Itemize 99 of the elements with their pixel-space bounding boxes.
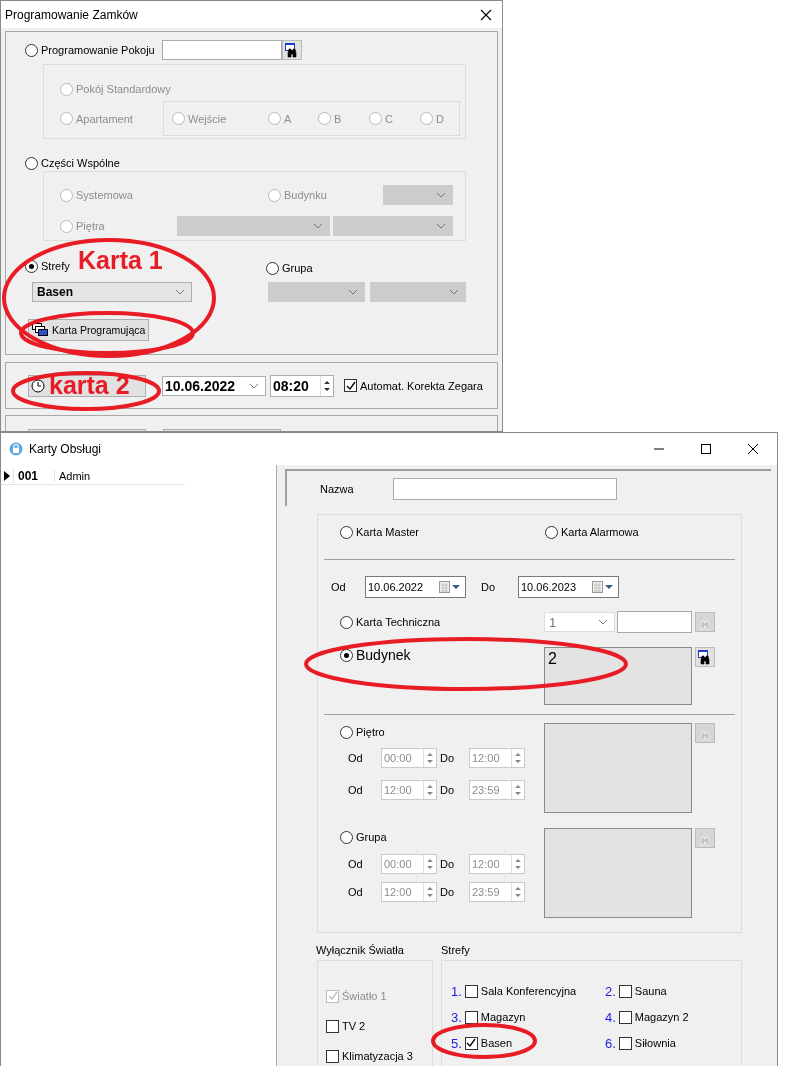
radio-button[interactable]: Programowanie Pokoju (25, 41, 162, 59)
to-label: Do (440, 858, 456, 870)
checkbox[interactable]: Siłownia (618, 1034, 676, 1052)
radio-button[interactable]: Budynek (340, 646, 544, 664)
search-button[interactable] (282, 40, 302, 60)
zone-number: 4. (605, 1009, 616, 1025)
name-field[interactable] (393, 477, 617, 500)
tick-icon (327, 991, 338, 1001)
binoculars-icon (697, 649, 713, 665)
calendar-icon (592, 581, 614, 593)
to-label: Do (440, 886, 456, 898)
time-spinner[interactable]: 12:00 (381, 882, 437, 902)
radio-button[interactable]: Grupa (266, 257, 313, 279)
clock-icon (31, 378, 45, 393)
time-spinner[interactable]: 12:00 (381, 780, 437, 800)
radio-button[interactable]: Karta Techniczna (340, 613, 544, 631)
to-label: Do (440, 784, 456, 796)
list-box[interactable] (544, 723, 692, 813)
calendar-icon (439, 581, 461, 593)
chevron-down-icon (249, 382, 259, 389)
zone-number: 1. (451, 983, 462, 999)
from-label: Od (348, 858, 364, 870)
group-label: Wyłącznik Światła (316, 944, 405, 956)
time-spinner[interactable]: 08:20 (270, 374, 334, 397)
time-spinner[interactable]: 00:00 (381, 854, 437, 874)
spin-arrows-icon (426, 885, 434, 899)
from-label: Od (348, 886, 364, 898)
checkbox[interactable]: Automat. Korekta Zegara (344, 376, 483, 395)
from-label: Od (331, 581, 347, 593)
checkbox[interactable]: TV 2 (326, 1017, 366, 1035)
zone-number: 6. (605, 1035, 616, 1051)
zone-number: 5. (451, 1035, 462, 1051)
chevron-down-icon (436, 223, 446, 229)
name-label: Nazwa (319, 482, 355, 495)
list-box[interactable] (544, 828, 692, 918)
from-label: Od (348, 784, 364, 796)
spin-arrows-icon (514, 857, 522, 871)
window-title: Programowanie Zamków (5, 7, 138, 22)
time-spinner[interactable]: 12:00 (469, 854, 525, 874)
checkbox[interactable]: Magazyn 2 (618, 1008, 689, 1026)
chevron-down-icon (348, 289, 358, 295)
window-title: Karty Obsługi (29, 442, 102, 456)
binoculars-icon (284, 42, 300, 58)
table-cell: 001 (13, 469, 54, 483)
spin-arrows-icon (426, 751, 434, 765)
radio-button[interactable]: Karta Master (340, 523, 545, 541)
chevron-down-icon (449, 289, 459, 295)
zone-number: 2. (605, 983, 616, 999)
time-spinner[interactable]: 23:59 (469, 882, 525, 902)
chevron-down-icon (598, 619, 608, 625)
table-cell: Admin (54, 470, 185, 482)
spin-arrows-icon (514, 885, 522, 899)
lock-icon (9, 442, 23, 456)
spin-arrows-icon (323, 378, 331, 393)
from-label: Od (348, 752, 364, 764)
text-field[interactable] (617, 611, 692, 633)
to-label: Do (440, 752, 456, 764)
time-spinner[interactable]: 00:00 (381, 748, 437, 768)
dropdown[interactable]: Basen (32, 282, 192, 302)
maximize-icon[interactable] (701, 444, 711, 454)
date-picker[interactable]: 10.06.2022 (365, 576, 466, 598)
checkbox[interactable]: Sala Konferencyjna (464, 982, 577, 1000)
list-item[interactable]: 2 (548, 650, 557, 667)
spin-arrows-icon (514, 783, 522, 797)
date-picker[interactable]: 10.06.2023 (518, 576, 619, 598)
spin-arrows-icon (426, 857, 434, 871)
radio-button[interactable]: Części Wspólne (25, 154, 120, 172)
radio-button[interactable]: Karta Alarmowa (545, 523, 639, 541)
tick-icon (466, 1038, 477, 1048)
zone-number: 3. (451, 1009, 462, 1025)
close-icon[interactable] (748, 444, 758, 454)
card-row[interactable]: 001 Admin (1, 468, 185, 485)
list-box[interactable]: 2 (544, 647, 692, 705)
radio-button[interactable]: Strefy (25, 255, 70, 277)
to-label: Do (481, 581, 497, 593)
room-field[interactable] (162, 40, 282, 60)
search-button[interactable] (695, 647, 715, 667)
time-spinner[interactable]: 23:59 (469, 780, 525, 800)
radio-button[interactable]: Piętro (340, 723, 544, 741)
checkbox[interactable]: Sauna (618, 982, 667, 1000)
tick-icon (345, 380, 356, 391)
programming-card-button[interactable]: Karta Programująca (28, 319, 150, 341)
close-icon[interactable] (480, 8, 492, 21)
dropdown[interactable]: 1 (544, 612, 615, 632)
windows-icon (32, 323, 48, 337)
spin-arrows-icon (514, 751, 522, 765)
radio-button[interactable]: Grupa (340, 828, 544, 846)
checkbox[interactable]: Basen (464, 1034, 513, 1052)
chevron-down-icon (313, 223, 323, 229)
time-spinner[interactable]: 12:00 (469, 748, 525, 768)
date-dropdown[interactable]: 10.06.2022 (162, 375, 266, 396)
chevron-down-icon (175, 289, 185, 295)
annotation-text: Karta 1 (78, 248, 163, 273)
group-label: Strefy (441, 944, 470, 956)
chevron-down-icon (436, 192, 446, 198)
row-pointer-icon (4, 471, 10, 481)
checkbox[interactable]: Klimatyzacja 3 (326, 1047, 413, 1065)
spin-arrows-icon (426, 783, 434, 797)
checkbox[interactable]: Magazyn (464, 1008, 526, 1026)
